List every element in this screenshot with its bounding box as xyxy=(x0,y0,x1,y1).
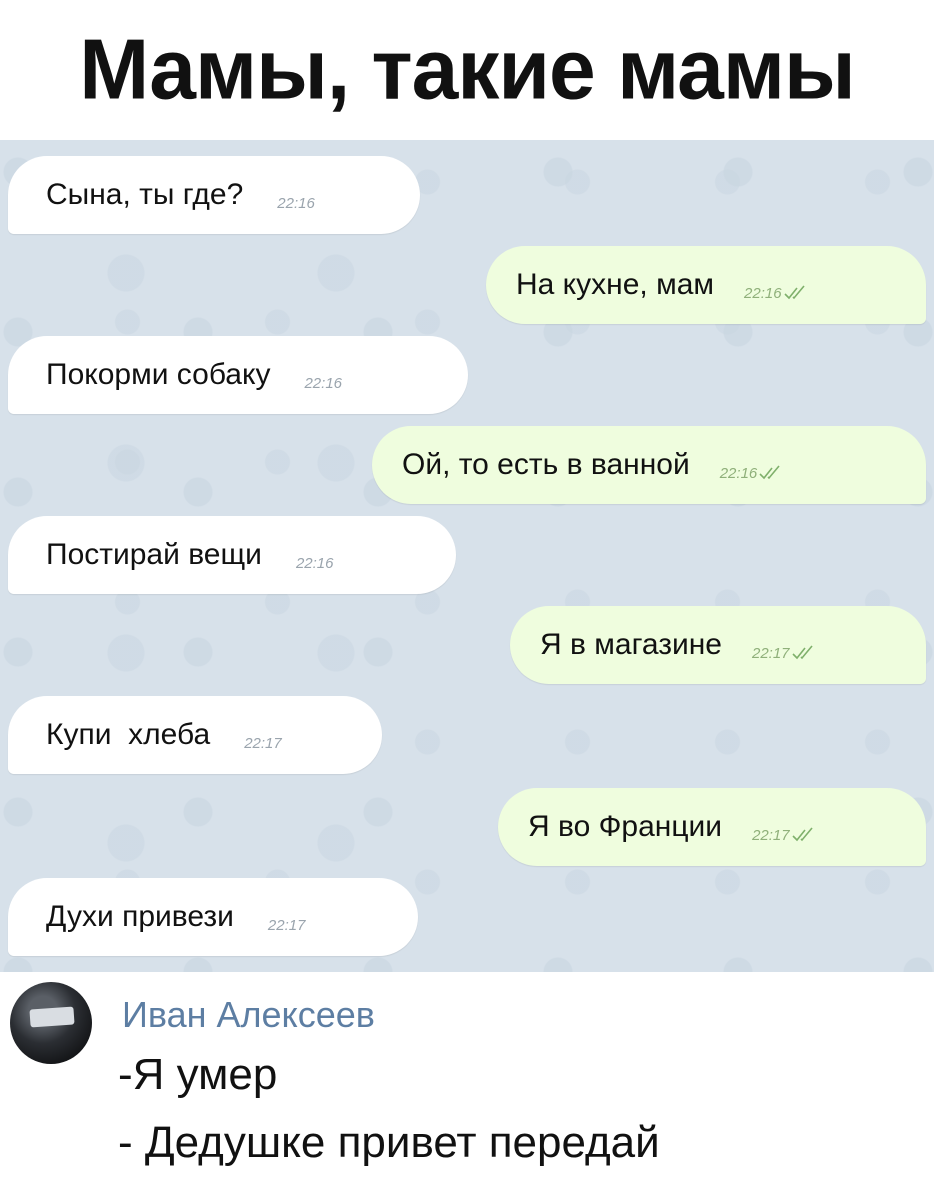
outgoing-message: Ой, то есть в ванной 22:16 xyxy=(372,426,926,504)
message-text: Я во Франции xyxy=(528,810,723,843)
double-check-icon xyxy=(791,645,813,660)
incoming-message: Покорми собаку 22:16 xyxy=(8,336,468,414)
outgoing-message: На кухне, мам 22:16 xyxy=(486,246,926,324)
double-check-icon xyxy=(759,465,780,480)
meme-title: Мамы, такие мамы xyxy=(79,20,855,117)
comment-text-line: - Дедушке привет передай xyxy=(118,1118,660,1167)
message-time: 22:17 xyxy=(752,826,790,844)
comment-text-line: -Я умер xyxy=(118,1050,278,1099)
message-text: Купи хлеба xyxy=(46,718,211,751)
message-text: Сына, ты где? xyxy=(46,178,244,211)
comment-block: Иван Алексеев -Я умер - Дедушке привет п… xyxy=(0,972,934,1200)
meme-title-bar: Мамы, такие мамы xyxy=(0,0,934,138)
message-text: Я в магазине xyxy=(540,628,722,661)
chat-screenshot: Сына, ты где? 22:16 На кухне, мам 22:16 … xyxy=(0,140,934,972)
message-time: 22:17 xyxy=(244,734,282,752)
incoming-message: Духи привези 22:17 xyxy=(8,878,418,956)
outgoing-message: Я в магазине 22:17 xyxy=(510,606,926,684)
message-text: Постирай вещи xyxy=(46,538,262,571)
message-text: Покорми собаку xyxy=(46,358,271,391)
message-text: На кухне, мам xyxy=(516,268,715,301)
message-time: 22:16 xyxy=(719,464,758,482)
message-time: 22:16 xyxy=(304,374,343,392)
message-text: Духи привези xyxy=(46,900,234,933)
message-time: 22:16 xyxy=(744,284,782,302)
message-time: 22:16 xyxy=(277,194,315,212)
message-time: 22:16 xyxy=(295,554,334,572)
message-time: 22:17 xyxy=(751,644,790,662)
double-check-icon xyxy=(783,285,805,300)
double-check-icon xyxy=(792,827,813,842)
outgoing-message: Я во Франции 22:17 xyxy=(498,788,926,866)
incoming-message: Постирай вещи 22:16 xyxy=(8,516,456,594)
comment-author[interactable]: Иван Алексеев xyxy=(122,994,375,1036)
message-text: Ой, то есть в ванной xyxy=(402,448,690,481)
message-time: 22:17 xyxy=(267,916,306,934)
avatar-highlight xyxy=(29,1006,75,1028)
avatar[interactable] xyxy=(10,982,92,1064)
incoming-message: Купи хлеба 22:17 xyxy=(8,696,382,774)
incoming-message: Сына, ты где? 22:16 xyxy=(8,156,420,234)
